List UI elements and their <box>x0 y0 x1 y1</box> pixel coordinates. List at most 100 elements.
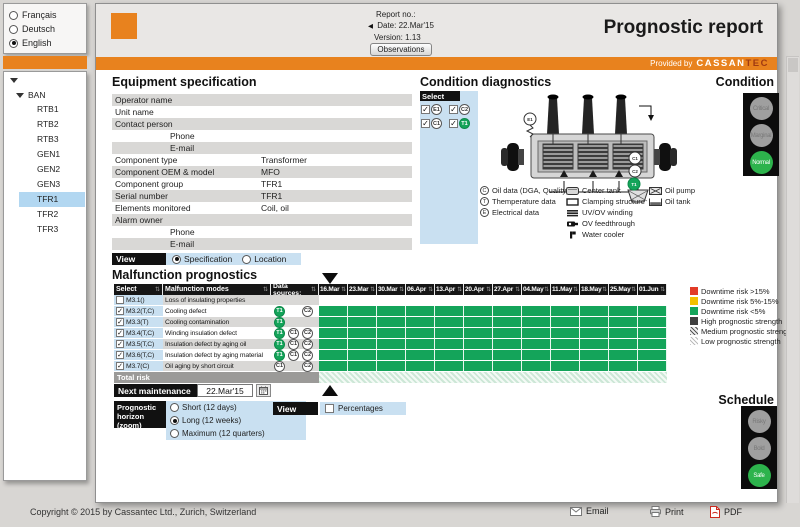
risk-timeline <box>319 361 667 372</box>
checkbox-icon[interactable]: ✓ <box>116 318 124 326</box>
horizon-option[interactable]: Long (12 weeks) <box>170 415 306 427</box>
risk-cell <box>580 339 609 350</box>
percent-view-tag: View <box>273 402 318 415</box>
checkbox-icon[interactable]: ✓ <box>116 329 124 337</box>
next-maintenance-input[interactable]: 22.Mar'15 <box>197 384 253 397</box>
checkbox-icon[interactable]: ✓ <box>449 119 458 128</box>
column-header-sources[interactable]: Data sources:⇅ <box>271 284 319 295</box>
sort-icon: ⇅ <box>486 286 491 293</box>
calendar-button[interactable] <box>256 384 271 397</box>
spec-label: Serial number <box>112 191 261 201</box>
sidebar-item-gen2[interactable]: GEN2 <box>4 162 86 177</box>
spec-row: Component OEM & modelMFO <box>112 166 412 178</box>
sidebar-item-tfr3[interactable]: TFR3 <box>4 222 86 237</box>
risk-cell <box>435 350 464 361</box>
column-header-date[interactable]: 04.May⇅ <box>522 284 551 295</box>
checkbox-icon[interactable]: ✓ <box>421 119 430 128</box>
column-header-modes[interactable]: Malfunction modes⇅ <box>163 284 271 295</box>
sort-icon: ⇅ <box>341 286 346 293</box>
scrollbar-thumb[interactable] <box>788 58 798 72</box>
risk-legend-item: High prognostic strength <box>690 316 794 326</box>
sidebar-item-rtb2[interactable]: RTB2 <box>4 117 86 132</box>
date-back-icon[interactable]: ◀ <box>368 22 373 30</box>
sidebar-item-rtb3[interactable]: RTB3 <box>4 132 86 147</box>
report-panel: Report no.: ◀ Date: 22.Mar'15 Version: 1… <box>95 3 778 503</box>
email-label: Email <box>586 506 609 516</box>
data-sources-cell: T1C1C2 <box>271 350 319 361</box>
checkbox-icon[interactable]: ✓ <box>116 307 124 315</box>
risk-cell <box>435 306 464 317</box>
risk-legend-item: Low prognostic strength <box>690 336 794 346</box>
risk-cell <box>609 306 638 317</box>
sensor-toggle-c1[interactable]: ✓C1 <box>421 118 449 129</box>
source-slot-empty <box>301 295 314 306</box>
column-header-date[interactable]: 18.May⇅ <box>580 284 609 295</box>
sidebar-item-gen3[interactable]: GEN3 <box>4 177 86 192</box>
percentages-checkbox[interactable] <box>325 404 334 413</box>
source-badge-c1: C1 <box>287 350 300 361</box>
print-button[interactable]: Print <box>650 506 684 517</box>
equipment-spec-table: Operator nameUnit nameContact personPhon… <box>112 94 412 250</box>
sidebar-item-tfr1[interactable]: TFR1 <box>19 192 85 207</box>
risk-cell <box>522 306 551 317</box>
view-option-location[interactable]: Location <box>242 254 286 264</box>
checkbox-icon[interactable]: ✓ <box>116 362 124 370</box>
pdf-button[interactable]: PDF <box>710 506 742 518</box>
observations-button[interactable]: Observations <box>370 43 432 56</box>
radio-icon <box>9 11 18 20</box>
language-option-english[interactable]: English <box>4 36 86 50</box>
checkbox-icon[interactable]: ✓ <box>421 105 430 114</box>
email-button[interactable]: Email <box>570 506 609 516</box>
risk-cell <box>493 295 522 306</box>
report-meta: Report no.: ◀ Date: 22.Mar'15 Version: 1… <box>368 9 434 43</box>
legend-label: High prognostic strength <box>701 317 782 326</box>
language-option-deutsch[interactable]: Deutsch <box>4 22 86 36</box>
risk-cell <box>580 350 609 361</box>
view-option-specification[interactable]: Specification <box>172 254 232 264</box>
risk-cell <box>493 317 522 328</box>
checkbox-icon[interactable]: ✓ <box>449 105 458 114</box>
sidebar-item-rtb1[interactable]: RTB1 <box>4 102 86 117</box>
risk-cell <box>580 361 609 372</box>
vertical-scrollbar[interactable] <box>786 56 799 503</box>
provided-by-label: Provided by <box>650 59 692 68</box>
column-header-date[interactable]: 13.Apr⇅ <box>435 284 464 295</box>
checkbox-icon[interactable]: ✓ <box>116 340 124 348</box>
date-label: 04.May <box>523 286 543 293</box>
checkbox-icon[interactable]: ✓ <box>116 351 124 359</box>
sort-icon: ⇅ <box>311 286 316 293</box>
spec-value: Coil, oil <box>261 203 412 213</box>
risk-cell <box>348 350 377 361</box>
column-header-date[interactable]: 27.Apr⇅ <box>493 284 522 295</box>
sensor-toggle-t1[interactable]: ✓T1 <box>449 118 477 129</box>
sidebar-item-gen1[interactable]: GEN1 <box>4 147 86 162</box>
legend-label: OV feedthrough <box>582 219 635 228</box>
source-badge-icon: T1 <box>274 350 285 361</box>
sensor-toggle-e1[interactable]: ✓E1 <box>421 104 449 115</box>
risk-cell <box>319 295 348 306</box>
radio-icon <box>170 429 179 438</box>
checkbox-icon[interactable] <box>116 296 124 304</box>
column-header-date[interactable]: 30.Mar⇅ <box>377 284 406 295</box>
column-header-date[interactable]: 23.Mar⇅ <box>348 284 377 295</box>
tree-node-root[interactable]: BAN <box>16 90 45 100</box>
source-badge-icon: C2 <box>302 328 313 339</box>
column-header-date[interactable]: 01.Jun⇅ <box>638 284 667 295</box>
tree-collapse-caret-icon[interactable] <box>10 78 18 83</box>
column-header-date[interactable]: 16.Mar⇅ <box>319 284 348 295</box>
horizon-option[interactable]: Maximum (12 quarters) <box>170 428 306 440</box>
part-legend-item: Clamping structure <box>566 196 645 207</box>
risk-timeline <box>319 295 667 306</box>
language-option-français[interactable]: Français <box>4 8 86 22</box>
column-header-date[interactable]: 11.May⇅ <box>551 284 580 295</box>
column-header-select[interactable]: Select⇅ <box>114 284 163 295</box>
risk-cell <box>464 306 493 317</box>
column-header-date[interactable]: 25.May⇅ <box>609 284 638 295</box>
sidebar-item-tfr2[interactable]: TFR2 <box>4 207 86 222</box>
risk-cell <box>348 361 377 372</box>
column-header-date[interactable]: 20.Apr⇅ <box>464 284 493 295</box>
malfunction-mode-cell: Cooling contamination <box>163 317 271 328</box>
spec-label: Phone <box>112 131 316 141</box>
sensor-toggle-c2[interactable]: ✓C2 <box>449 104 477 115</box>
column-header-date[interactable]: 06.Apr⇅ <box>406 284 435 295</box>
